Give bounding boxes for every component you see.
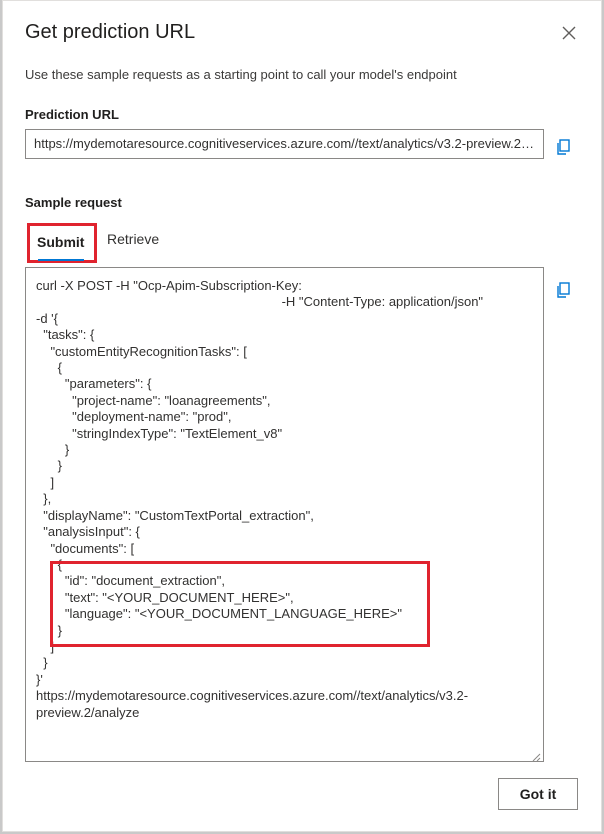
sample-request-code[interactable]: curl -X POST -H "Ocp-Apim-Subscription-K… bbox=[25, 267, 544, 762]
resize-grip-icon[interactable] bbox=[531, 749, 541, 761]
tab-submit-label: Submit bbox=[37, 234, 85, 250]
got-it-button[interactable]: Got it bbox=[498, 778, 578, 810]
prediction-url-field[interactable]: https://mydemotaresource.cognitiveservic… bbox=[25, 129, 544, 159]
selected-tab-indicator bbox=[38, 259, 84, 261]
close-icon[interactable] bbox=[559, 23, 579, 43]
copy-icon[interactable] bbox=[555, 138, 573, 156]
dialog-title: Get prediction URL bbox=[25, 21, 196, 43]
prediction-url-dialog: Get prediction URL Use these sample requ… bbox=[2, 0, 602, 832]
tab-retrieve[interactable]: Retrieve bbox=[107, 228, 159, 250]
dialog-subtitle: Use these sample requests as a starting … bbox=[25, 67, 457, 82]
tab-submit[interactable]: Submit bbox=[27, 223, 97, 263]
code-text: curl -X POST -H "Ocp-Apim-Subscription-K… bbox=[36, 278, 484, 720]
copy-icon[interactable] bbox=[555, 281, 573, 299]
prediction-url-label: Prediction URL bbox=[25, 107, 119, 122]
sample-request-label: Sample request bbox=[25, 195, 122, 210]
